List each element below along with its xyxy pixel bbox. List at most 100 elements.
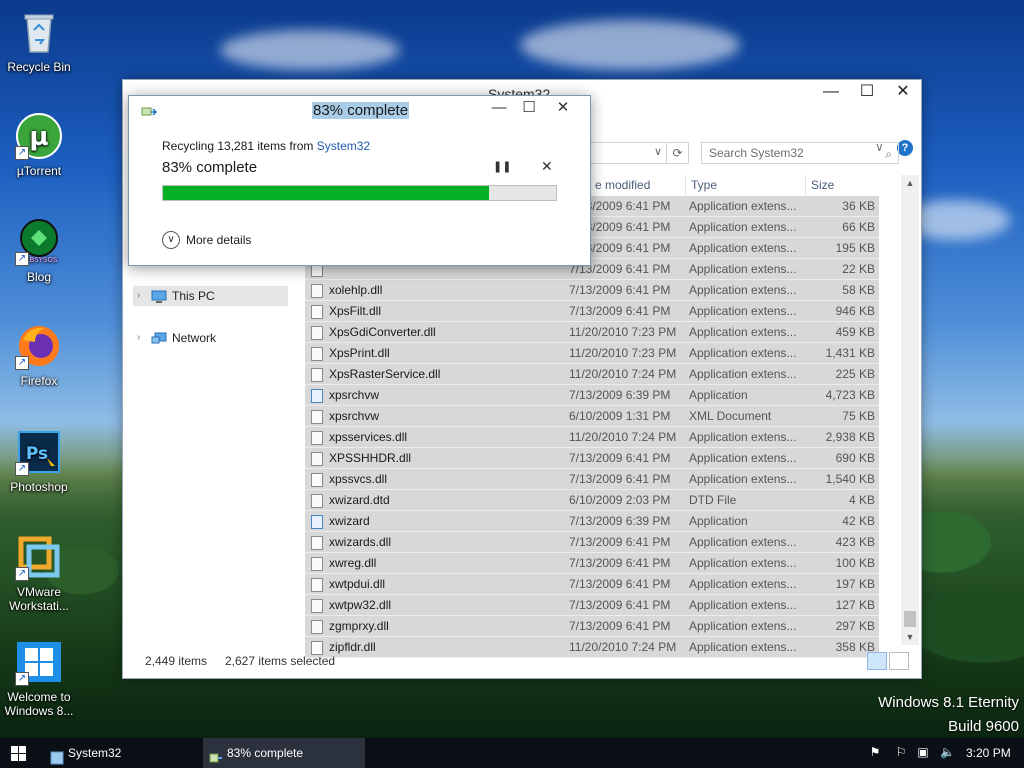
desktop-icon-firefox[interactable]: ↗ Firefox [0, 322, 78, 388]
file-date-modified: 11/20/2010 7:24 PM [569, 367, 677, 381]
help-icon[interactable]: ? [897, 140, 913, 156]
file-row[interactable]: xolehlp.dll 7/13/2009 6:41 PM Application … [305, 280, 879, 301]
utorrent-mark: µ [29, 122, 48, 152]
address-bar[interactable]: ∨ [585, 142, 667, 164]
dialog-minimize-button[interactable]: — [483, 98, 515, 120]
file-size: 4,723 KB [825, 388, 875, 402]
flag-icon[interactable]: ⚐ [894, 745, 908, 759]
file-size: 58 KB [842, 283, 875, 297]
minimize-button[interactable]: — [813, 80, 849, 106]
file-type: Application extens... [689, 367, 797, 381]
photoshop-mark: Ps [26, 444, 48, 464]
file-name: xpsrchvw [329, 409, 380, 423]
file-row[interactable]: XpsRasterService.dll 11/20/2010 7:24 PM Ap… [305, 364, 879, 385]
column-header-type[interactable]: Type [691, 175, 717, 195]
file-row[interactable]: xwtpdui.dll 7/13/2009 6:41 PM Application … [305, 574, 879, 595]
scrollbar-thumb[interactable] [904, 611, 916, 627]
vertical-scrollbar[interactable]: ▲ ▼ [901, 175, 919, 645]
volume-muted-icon[interactable]: 🔈 [940, 745, 955, 759]
dll-file-icon [311, 284, 323, 298]
source-folder-link[interactable]: System32 [317, 139, 370, 153]
expand-arrow-icon[interactable]: › [137, 286, 140, 306]
close-button[interactable]: ✕ [885, 80, 921, 106]
large-icons-view-button[interactable] [889, 652, 909, 670]
file-row[interactable]: xwreg.dll 7/13/2009 6:41 PM Application ex… [305, 553, 879, 574]
dll-file-icon [311, 473, 323, 487]
folder-icon [50, 746, 64, 765]
file-row[interactable]: xwizard 7/13/2009 6:39 PM Application 42 KB [305, 511, 879, 532]
nav-item-network[interactable]: › Network [133, 328, 288, 348]
file-row[interactable]: xpsrchvw 6/10/2009 1:31 PM XML Document 75 … [305, 406, 879, 427]
shortcut-arrow-icon: ↗ [15, 146, 29, 160]
file-date-modified: 11/20/2010 7:23 PM [569, 325, 677, 339]
shortcut-arrow-icon: ↗ [15, 567, 29, 581]
file-row[interactable]: xwizards.dll 7/13/2009 6:41 PM Application… [305, 532, 879, 553]
file-row[interactable]: XPSSHHDR.dll 7/13/2009 6:41 PM Application… [305, 448, 879, 469]
cancel-button[interactable]: ✕ [541, 158, 553, 175]
file-type: XML Document [689, 409, 772, 423]
photoshop-icon: Ps ↗ [15, 428, 63, 476]
desktop-watermark-build: Build 9600 [948, 718, 1019, 735]
maximize-button[interactable]: ☐ [849, 80, 885, 106]
more-details-button[interactable]: ∨ More details [162, 230, 251, 250]
refresh-button[interactable]: ⟳ [667, 142, 689, 164]
taskbar-item-explorer[interactable]: System32 [44, 738, 202, 768]
desktop-icon-utorrent[interactable]: µ ↗ µTorrent [0, 112, 78, 178]
file-row[interactable]: xwizard.dtd 6/10/2009 2:03 PM DTD File 4 KB [305, 490, 879, 511]
dialog-close-button[interactable]: ✕ [547, 98, 579, 120]
search-input[interactable]: Search System32 ⌕ [701, 142, 899, 164]
file-type: DTD File [689, 493, 737, 507]
file-type: Application extens... [689, 346, 797, 360]
desktop-icon-recycle-bin[interactable]: Recycle Bin [0, 8, 78, 74]
expand-arrow-icon[interactable]: › [137, 328, 140, 348]
taskbar-item-progress[interactable]: 83% complete [203, 738, 365, 768]
blog-icon: LABSYSOS ↗ [15, 218, 63, 266]
file-type: Application extens... [689, 472, 797, 486]
address-dropdown-icon[interactable]: ∨ [654, 145, 662, 158]
file-date-modified: 7/13/2009 6:41 PM [569, 304, 671, 318]
file-name: xolehlp.dll [329, 283, 383, 297]
file-name: xwtpw32.dll [329, 598, 392, 612]
file-row[interactable]: zgmprxy.dll 7/13/2009 6:41 PM Application … [305, 616, 879, 637]
shortcut-arrow-icon: ↗ [15, 462, 29, 476]
shortcut-arrow-icon: ↗ [15, 672, 29, 686]
scroll-up-icon[interactable]: ▲ [901, 175, 919, 191]
taskbar-clock[interactable]: 3:20 PM [966, 738, 1011, 768]
file-name: xwreg.dll [329, 556, 377, 570]
file-row[interactable]: XpsFilt.dll 7/13/2009 6:41 PM Application … [305, 301, 879, 322]
column-header-date[interactable]: e modified [595, 175, 650, 195]
file-row[interactable]: xpsservices.dll 11/20/2010 7:24 PM Applica… [305, 427, 879, 448]
file-row[interactable]: XpsGdiConverter.dll 11/20/2010 7:23 PM App… [305, 322, 879, 343]
nav-item-label: This PC [172, 289, 215, 303]
dll-file-icon [311, 431, 323, 445]
scroll-down-icon[interactable]: ▼ [901, 629, 919, 645]
file-name: XpsPrint.dll [329, 346, 390, 360]
file-row[interactable]: XpsPrint.dll 11/20/2010 7:23 PM Applicatio… [305, 343, 879, 364]
nav-item-this-pc[interactable]: › This PC [133, 286, 288, 306]
column-header-size[interactable]: Size [811, 175, 834, 195]
desktop-icon-welcome[interactable]: ↗ Welcome to Windows 8... [0, 638, 78, 718]
file-date-modified: 7/13/2009 6:41 PM [569, 619, 671, 633]
column-separator[interactable] [685, 175, 686, 195]
file-size: 100 KB [835, 556, 875, 570]
file-row[interactable]: xpssvcs.dll 7/13/2009 6:41 PM Application … [305, 469, 879, 490]
taskbar-item-label: 83% complete [227, 746, 304, 760]
desktop-icon-label: Recycle Bin [7, 60, 71, 74]
pause-button[interactable]: ❚❚ [493, 160, 511, 173]
dialog-maximize-button[interactable]: ☐ [513, 98, 545, 120]
column-separator[interactable] [805, 175, 806, 195]
desktop-icon-blog[interactable]: LABSYSOS ↗ Blog [0, 218, 78, 284]
start-button[interactable] [0, 738, 38, 768]
details-view-button[interactable] [867, 652, 887, 670]
progress-dialog[interactable]: 83% complete — ☐ ✕ Recycling 13,281 item… [128, 95, 591, 266]
desktop-icon-vmware[interactable]: ↗ VMware Workstati... [0, 533, 78, 613]
file-row[interactable]: xwtpw32.dll 7/13/2009 6:41 PM Application … [305, 595, 879, 616]
action-center-icon[interactable]: ⚑ [868, 745, 882, 759]
file-type: Application extens... [689, 556, 797, 570]
dll-file-icon [311, 452, 323, 466]
file-row[interactable]: xpsrchvw 7/13/2009 6:39 PM Application 4,72… [305, 385, 879, 406]
file-size: 690 KB [835, 451, 875, 465]
desktop-icon-photoshop[interactable]: Ps ↗ Photoshop [0, 428, 78, 494]
network-status-icon[interactable]: ▣ [916, 745, 930, 759]
file-date-modified: 7/13/2009 6:41 PM [569, 283, 671, 297]
